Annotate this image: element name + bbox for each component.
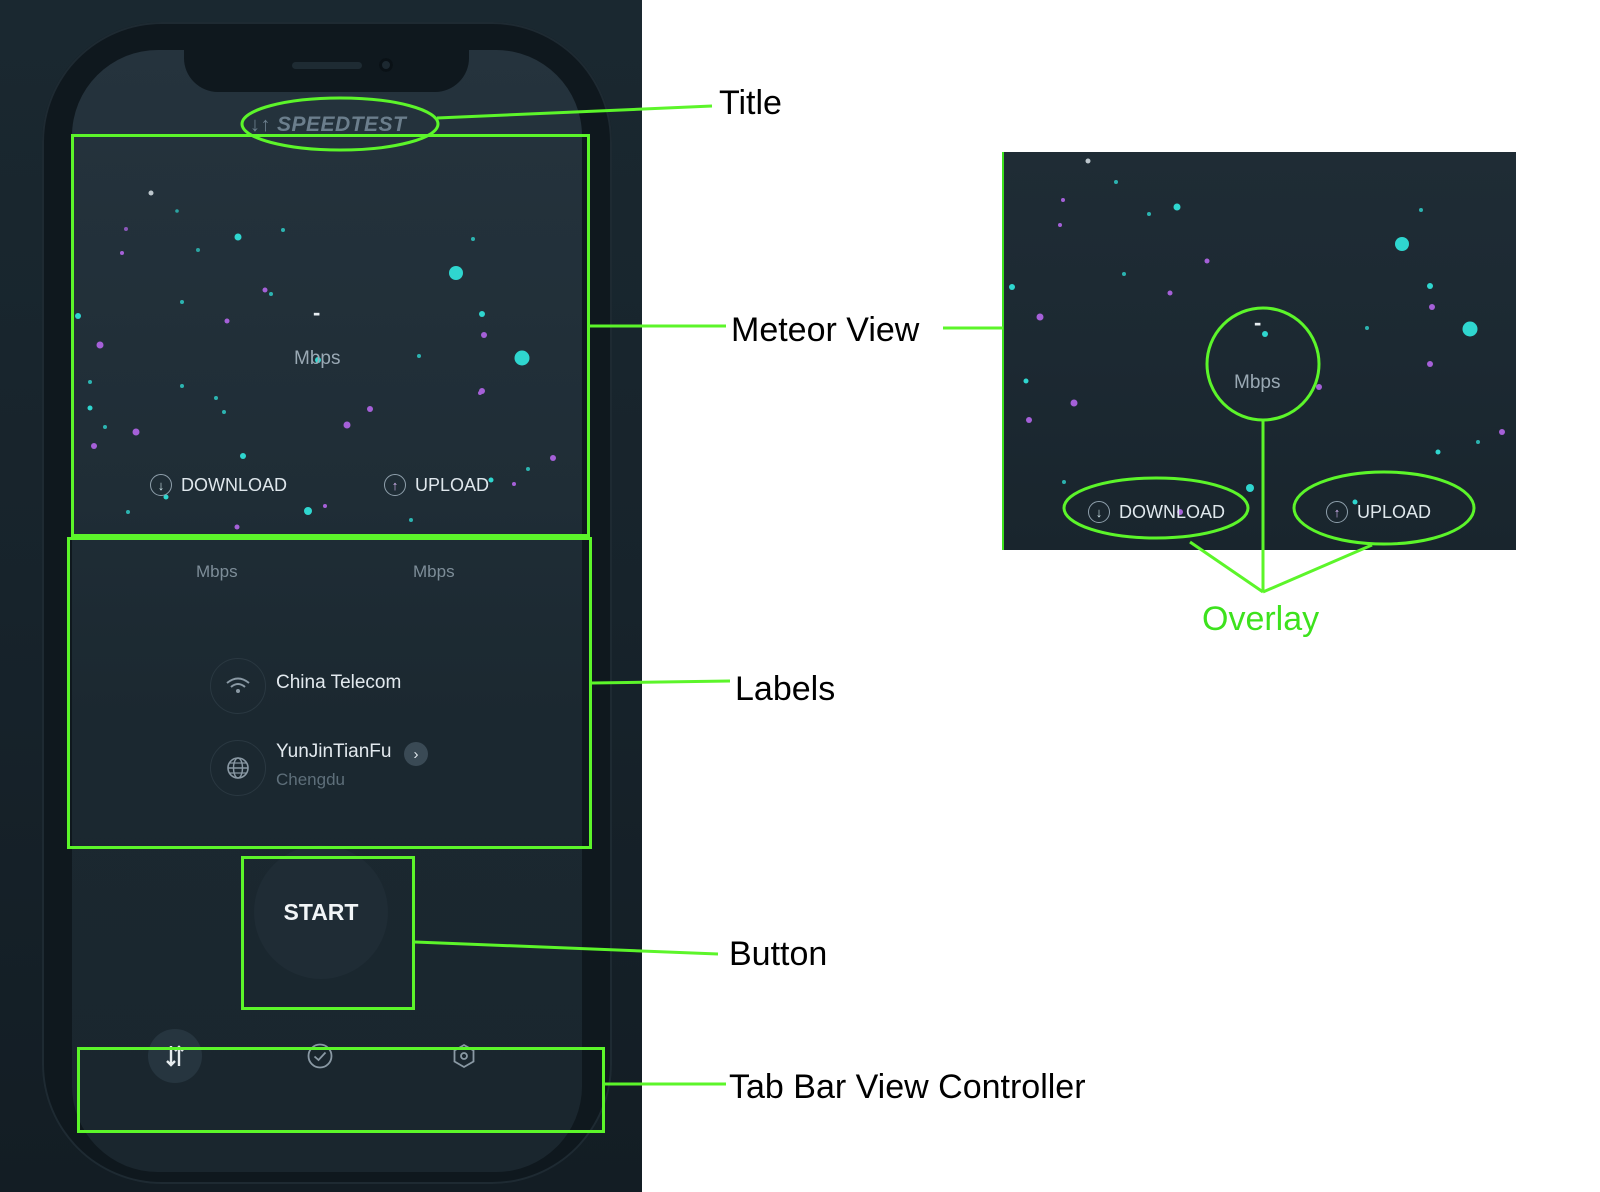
tab-bar-annotation: Tab Bar View Controller: [729, 1068, 1086, 1106]
overlay-download-highlight-ellipse: [1062, 476, 1250, 540]
overlay-upload-highlight-ellipse: [1292, 470, 1476, 546]
overlay-annotation: Overlay: [1202, 600, 1320, 638]
title-leader-line: [436, 104, 713, 120]
labels-annotation: Labels: [735, 670, 836, 708]
title-annotation: Title: [719, 84, 782, 122]
button-annotation: Button: [729, 935, 828, 973]
overlay-value-highlight-ellipse: [1205, 306, 1321, 422]
overlay-upload-connector: [1262, 543, 1373, 594]
overlay-download-connector: [1189, 540, 1264, 594]
labels-leader-line: [591, 679, 731, 685]
title-highlight-ellipse: [240, 96, 440, 152]
meteor-view-annotation: Meteor View: [731, 311, 920, 349]
annotation-connectors: [240, 96, 1476, 1086]
button-leader-line: [414, 940, 719, 956]
